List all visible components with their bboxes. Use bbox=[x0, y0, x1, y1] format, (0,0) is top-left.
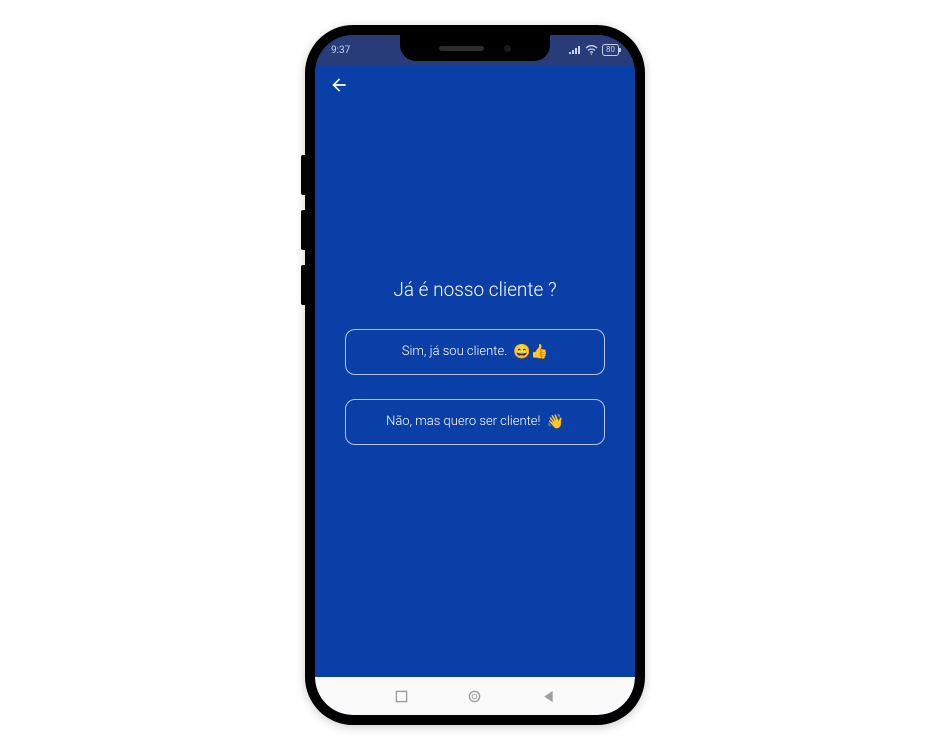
status-bar-left: 9:37 bbox=[331, 45, 350, 56]
option-yes-label: Sim, já sou cliente. bbox=[402, 344, 508, 359]
phone-notch bbox=[400, 35, 550, 61]
option-no-label: Não, mas quero ser cliente! bbox=[386, 414, 540, 429]
battery-icon: 80 bbox=[602, 44, 619, 56]
phone-screen: 9:37 80 Já é nosso cli bbox=[315, 35, 635, 715]
notch-camera bbox=[504, 45, 511, 52]
nav-recent-apps-button[interactable] bbox=[388, 690, 416, 703]
square-icon bbox=[395, 690, 408, 703]
main-content: Já é nosso cliente ? Sim, já sou cliente… bbox=[315, 75, 635, 647]
wave-hand-icon: 👋 bbox=[546, 414, 563, 430]
signal-icon bbox=[569, 46, 581, 55]
nav-home-button[interactable] bbox=[461, 689, 489, 704]
smile-thumbs-up-icon: 😄👍 bbox=[513, 344, 548, 360]
option-yes-button[interactable]: Sim, já sou cliente. 😄👍 bbox=[345, 329, 605, 375]
status-bar-right: 80 bbox=[569, 44, 619, 56]
notch-speaker bbox=[439, 46, 484, 51]
android-nav-bar bbox=[315, 677, 635, 715]
triangle-left-icon bbox=[542, 690, 554, 703]
option-no-button[interactable]: Não, mas quero ser cliente! 👋 bbox=[345, 399, 605, 445]
phone-device-frame: 9:37 80 Já é nosso cli bbox=[305, 25, 645, 725]
battery-text: 80 bbox=[606, 45, 615, 54]
nav-back-button[interactable] bbox=[534, 690, 562, 703]
page-heading: Já é nosso cliente ? bbox=[393, 278, 556, 301]
circle-icon bbox=[467, 689, 482, 704]
wifi-icon bbox=[585, 45, 598, 55]
status-time: 9:37 bbox=[331, 45, 350, 56]
